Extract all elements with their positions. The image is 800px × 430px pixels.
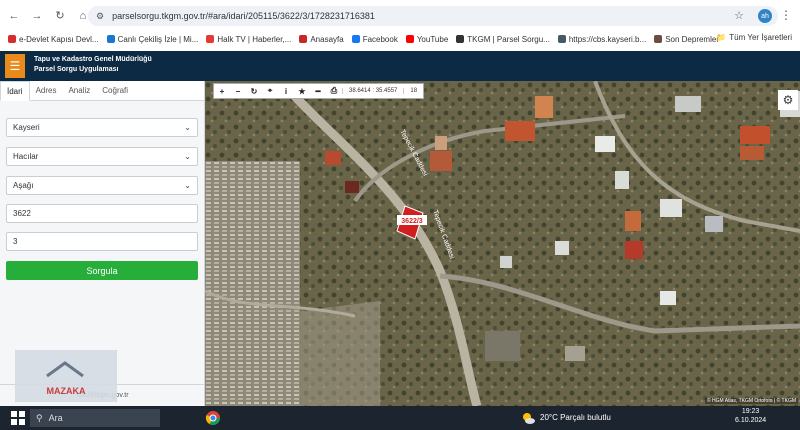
chevron-down-icon: ⌄ bbox=[184, 123, 191, 132]
folder-icon: 📁 bbox=[716, 33, 727, 42]
bookmark-halktv[interactable]: Halk TV | Haberler,... bbox=[206, 35, 291, 44]
address-bar[interactable]: ⚙ parselsorgu.tkgm.gov.tr/#ara/idari/205… bbox=[88, 6, 778, 26]
map-view[interactable]: 3622/3 Tepecik Caddesi Tepecik Caddesi bbox=[205, 81, 800, 406]
measure-icon[interactable]: ━ bbox=[310, 87, 326, 96]
bookmark-star-icon[interactable]: ☆ bbox=[734, 9, 744, 22]
bookmark-favicon bbox=[456, 35, 465, 43]
bookmark-favicon bbox=[351, 35, 360, 43]
bookmarks-bar: e-Devlet Kapısı Devl... Canlı Çekiliş İz… bbox=[0, 30, 800, 48]
hamburger-menu-icon[interactable]: ☰ bbox=[5, 54, 25, 78]
house-roof-icon bbox=[46, 361, 84, 378]
chrome-icon[interactable] bbox=[205, 410, 221, 426]
info-icon[interactable]: i bbox=[278, 87, 294, 96]
system-clock[interactable]: 19:23 6.10.2024 bbox=[735, 407, 766, 425]
weather-icon bbox=[523, 413, 535, 424]
neighborhood-select[interactable]: Aşağı ⌄ bbox=[6, 176, 198, 195]
coordinate-readout: 38.6414 : 35.4557 bbox=[342, 88, 403, 94]
map-attribution: © HGM Atlas, TKGM Ortofoto | © TKGM bbox=[704, 398, 798, 404]
back-icon[interactable]: ← bbox=[5, 7, 23, 25]
bookmark-favicon bbox=[654, 35, 663, 43]
refresh-icon[interactable]: ↻ bbox=[246, 87, 262, 96]
bookmark-favicon bbox=[106, 35, 115, 43]
tab-idari[interactable]: İdari bbox=[0, 81, 30, 101]
bookmark-tkgm[interactable]: TKGM | Parsel Sorgu... bbox=[456, 35, 550, 44]
browser-menu-icon[interactable]: ⋮ bbox=[780, 8, 792, 22]
tab-analiz[interactable]: Analiz bbox=[62, 81, 96, 100]
block-input[interactable]: 3622 bbox=[6, 204, 198, 223]
bookmark-anasayfa[interactable]: Anasayfa bbox=[299, 35, 344, 44]
bookmark-favicon bbox=[405, 35, 414, 43]
forward-icon[interactable]: → bbox=[28, 7, 46, 25]
zoom-in-icon[interactable]: + bbox=[214, 87, 230, 96]
weather-status[interactable]: 20°C Parçalı bulutlu bbox=[540, 413, 611, 422]
chevron-down-icon: ⌄ bbox=[184, 152, 191, 161]
all-bookmarks[interactable]: 📁 Tüm Yer İşaretleri bbox=[716, 33, 792, 42]
profile-avatar[interactable]: ah bbox=[758, 9, 772, 23]
site-info-icon[interactable]: ⚙ bbox=[96, 11, 104, 22]
aerial-imagery: 3622/3 Tepecik Caddesi Tepecik Caddesi bbox=[205, 81, 800, 406]
search-icon: ⚲ bbox=[36, 412, 43, 423]
bookmark-favicon bbox=[557, 35, 566, 43]
windows-start-icon[interactable] bbox=[8, 411, 28, 425]
bookmark-cbs-kayseri[interactable]: https://cbs.kayseri.b... bbox=[557, 35, 646, 44]
query-button[interactable]: Sorgula bbox=[6, 261, 198, 280]
tab-cografi[interactable]: Coğrafi bbox=[96, 81, 134, 100]
watermark-logo: MAZAKA bbox=[15, 350, 117, 402]
panel-tabs: İdari Adres Analiz Coğrafi bbox=[0, 81, 204, 101]
parcel-input[interactable]: 3 bbox=[6, 232, 198, 251]
bookmark-son-depremler[interactable]: Son Depremler bbox=[654, 35, 719, 44]
bookmark-edevlet[interactable]: e-Devlet Kapısı Devl... bbox=[8, 35, 99, 44]
taskbar-search[interactable]: ⚲ Ara bbox=[30, 409, 160, 427]
zoom-level: 18 bbox=[403, 88, 423, 94]
settings-gear-icon[interactable]: ⚙ bbox=[778, 90, 798, 110]
app-title: Tapu ve Kadastro Genel Müdürlüğü Parsel … bbox=[34, 56, 152, 73]
map-toolbar: + − ↻ ⌖ i ★ ━ ⎙ 38.6414 : 35.4557 18 bbox=[213, 83, 425, 99]
bookmark-favicon bbox=[206, 35, 215, 43]
province-select[interactable]: Kayseri ⌄ bbox=[6, 118, 198, 137]
url-text: parselsorgu.tkgm.gov.tr/#ara/idari/20511… bbox=[112, 11, 375, 21]
bookmark-youtube[interactable]: YouTube bbox=[405, 35, 448, 44]
zoom-out-icon[interactable]: − bbox=[230, 87, 246, 96]
reload-icon[interactable]: ↻ bbox=[51, 7, 69, 25]
district-select[interactable]: Hacılar ⌄ bbox=[6, 147, 198, 166]
chevron-down-icon: ⌄ bbox=[184, 181, 191, 190]
locate-icon[interactable]: ⌖ bbox=[262, 86, 278, 96]
print-icon[interactable]: ⎙ bbox=[326, 86, 342, 96]
bookmark-favicon bbox=[8, 35, 16, 43]
star-icon[interactable]: ★ bbox=[294, 87, 310, 96]
parcel-label: 3622/3 bbox=[401, 218, 423, 225]
tab-adres[interactable]: Adres bbox=[30, 81, 63, 100]
bookmark-favicon bbox=[299, 35, 308, 43]
bookmark-facebook[interactable]: Facebook bbox=[351, 35, 398, 44]
bookmark-cekilis[interactable]: Canlı Çekiliş İzle | Mi... bbox=[106, 35, 198, 44]
